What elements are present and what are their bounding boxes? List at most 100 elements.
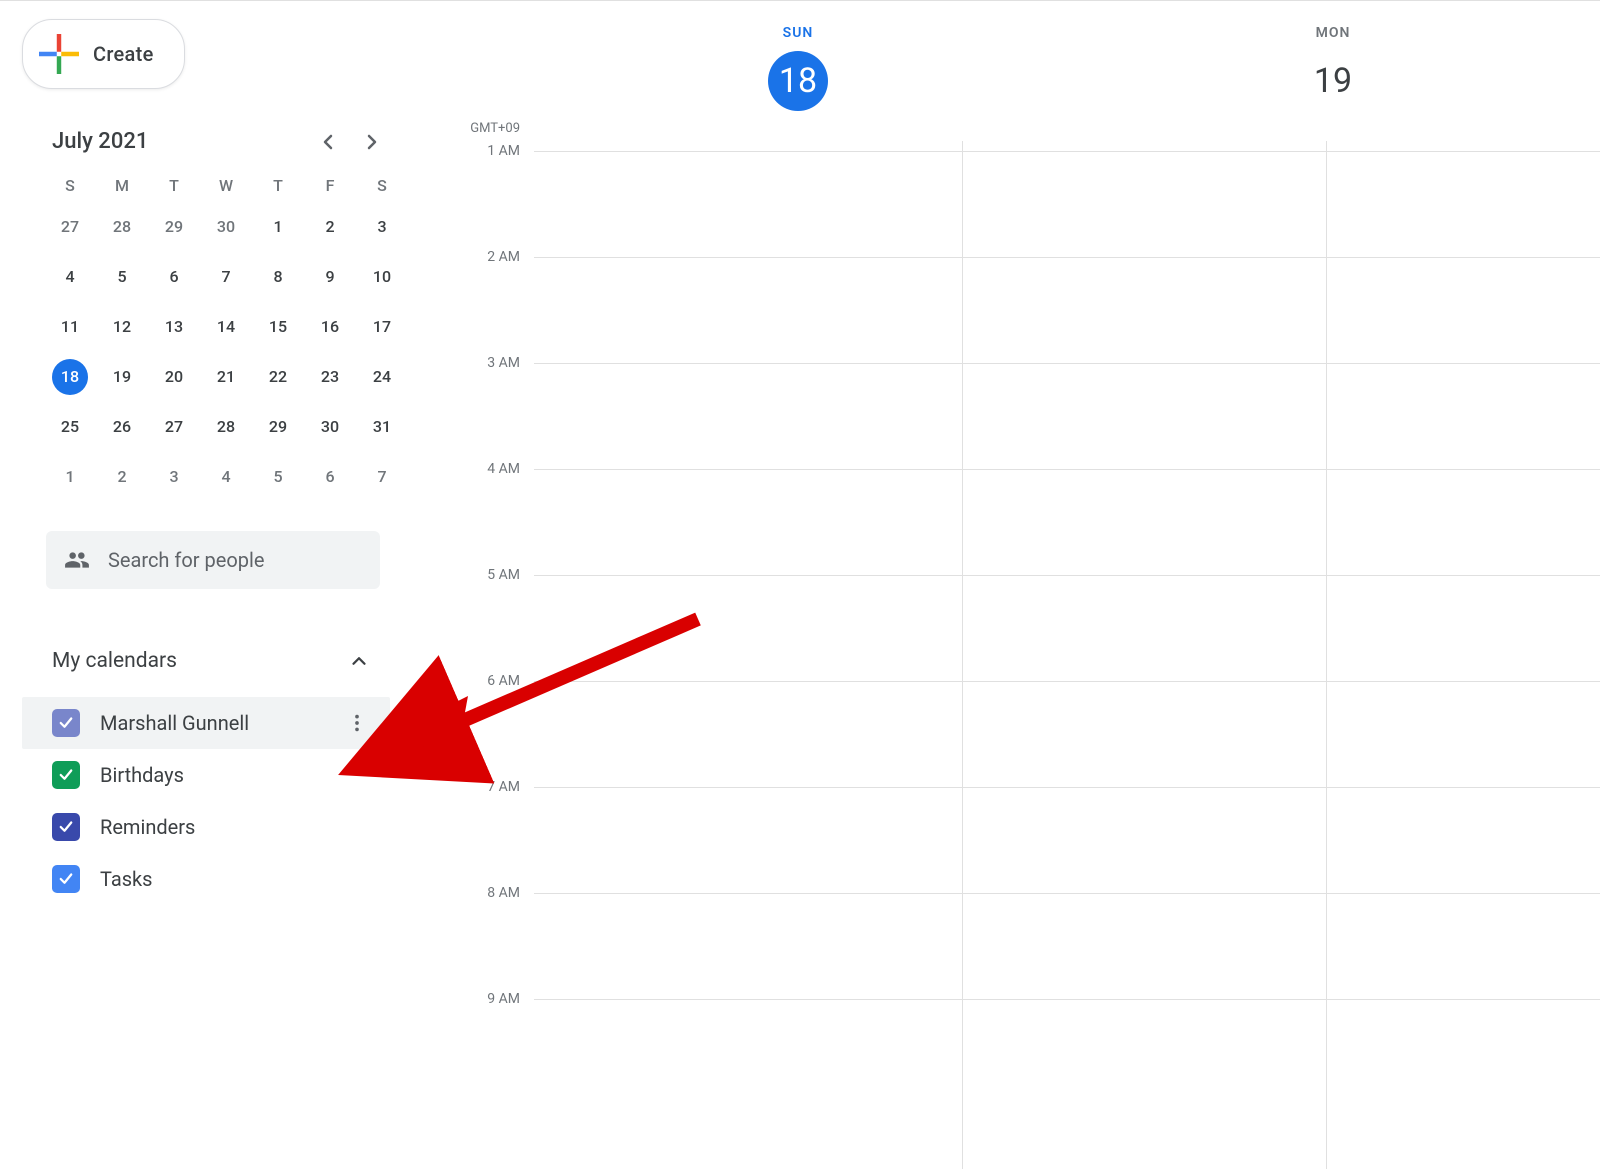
calendar-item[interactable]: Birthdays [22,749,390,801]
calendar-checkbox[interactable] [52,865,80,893]
chevron-up-icon [348,650,370,672]
mini-day-header: F [304,176,356,195]
day-headers: SUN 18 MON19 [430,1,1600,141]
mini-day-cell[interactable]: 8 [260,259,296,295]
day-of-week-label: SUN [531,25,1065,41]
hour-label: 9 AM [430,991,520,1007]
timezone-label: GMT+09 [430,121,520,136]
mini-day-cell[interactable]: 25 [52,409,88,445]
hour-row[interactable]: 8 AM [430,893,1600,999]
mini-day-cell[interactable]: 17 [364,309,400,345]
hour-divider [534,469,1600,470]
hour-grid[interactable]: 1 AM2 AM3 AM4 AM5 AM6 AM7 AM8 AM9 AM [430,151,1600,1169]
mini-day-cell[interactable]: 24 [364,359,400,395]
mini-day-cell[interactable]: 27 [156,409,192,445]
mini-day-cell[interactable]: 18 [52,359,88,395]
mini-day-cell[interactable]: 3 [364,209,400,245]
plus-icon [39,34,79,74]
mini-day-cell[interactable]: 4 [52,259,88,295]
my-calendars-toggle[interactable]: My calendars [52,649,370,673]
hour-row[interactable]: 3 AM [430,363,1600,469]
mini-day-cell[interactable]: 28 [208,409,244,445]
prev-month-button[interactable] [316,130,340,154]
hour-divider [534,575,1600,576]
mini-day-cell[interactable]: 11 [52,309,88,345]
mini-day-cell[interactable]: 16 [312,309,348,345]
mini-day-cell[interactable]: 1 [260,209,296,245]
calendar-item[interactable]: Reminders [22,801,390,853]
mini-day-cell[interactable]: 10 [364,259,400,295]
mini-day-cell[interactable]: 2 [312,209,348,245]
hour-row[interactable]: 4 AM [430,469,1600,575]
hour-label: 1 AM [430,143,520,159]
mini-day-cell[interactable]: 14 [208,309,244,345]
mini-day-cell[interactable]: 4 [208,459,244,495]
mini-day-header: S [44,176,96,195]
mini-day-cell[interactable]: 31 [364,409,400,445]
mini-day-cell[interactable]: 15 [260,309,296,345]
search-placeholder: Search for people [108,548,264,572]
mini-day-cell[interactable]: 27 [52,209,88,245]
mini-day-cell[interactable]: 3 [156,459,192,495]
calendar-item[interactable]: Marshall Gunnell [22,697,390,749]
hour-row[interactable]: 7 AM [430,787,1600,893]
mini-day-cell[interactable]: 30 [312,409,348,445]
calendar-checkbox[interactable] [52,813,80,841]
day-number[interactable]: 18 [768,51,828,111]
mini-day-cell[interactable]: 7 [208,259,244,295]
mini-day-cell[interactable]: 5 [260,459,296,495]
mini-day-cell[interactable]: 29 [260,409,296,445]
mini-day-cell[interactable]: 2 [104,459,140,495]
mini-day-cell[interactable]: 6 [156,259,192,295]
search-people-input[interactable]: Search for people [46,531,380,589]
mini-day-cell[interactable]: 19 [104,359,140,395]
mini-calendar-header: July 2021 [22,129,390,154]
mini-calendar-grid: SMTWTFS272829301234567891011121314151617… [44,176,390,495]
calendar-item[interactable]: Tasks [22,853,390,905]
hour-divider [534,787,1600,788]
mini-day-cell[interactable]: 23 [312,359,348,395]
calendar-label: Marshall Gunnell [100,711,326,735]
hour-divider [534,257,1600,258]
mini-month-label: July 2021 [52,129,148,154]
hour-label: 8 AM [430,885,520,901]
mini-day-cell[interactable]: 1 [52,459,88,495]
day-column-header[interactable]: MON19 [1065,1,1600,141]
mini-day-cell[interactable]: 5 [104,259,140,295]
hour-divider [534,893,1600,894]
hour-row[interactable]: 1 AM [430,151,1600,257]
hour-row[interactable]: 2 AM [430,257,1600,363]
hour-label: 4 AM [430,461,520,477]
mini-day-cell[interactable]: 9 [312,259,348,295]
hour-divider [534,363,1600,364]
mini-day-header: S [356,176,408,195]
hour-row[interactable]: 9 AM [430,999,1600,1105]
create-button[interactable]: Create [22,19,185,89]
mini-day-cell[interactable]: 6 [312,459,348,495]
day-number[interactable]: 19 [1303,51,1363,111]
mini-day-cell[interactable]: 12 [104,309,140,345]
mini-day-cell[interactable]: 26 [104,409,140,445]
hour-row[interactable]: 6 AM [430,681,1600,787]
hour-divider [534,999,1600,1000]
calendar-label: Birthdays [100,763,368,787]
calendar-checkbox[interactable] [52,709,80,737]
next-month-button[interactable] [360,130,384,154]
calendar-options-button[interactable] [346,712,368,734]
calendar-label: Reminders [100,815,368,839]
mini-day-cell[interactable]: 7 [364,459,400,495]
mini-day-cell[interactable]: 20 [156,359,192,395]
mini-day-cell[interactable]: 29 [156,209,192,245]
mini-day-cell[interactable]: 13 [156,309,192,345]
mini-day-cell[interactable]: 21 [208,359,244,395]
hour-divider [534,681,1600,682]
mini-day-cell[interactable]: 28 [104,209,140,245]
hour-row[interactable]: 5 AM [430,575,1600,681]
main-calendar-view: SUN18MON19 GMT+09 1 AM2 AM3 AM4 AM5 AM6 … [430,1,1600,1169]
day-column-header[interactable]: SUN 18 [530,1,1065,141]
mini-day-cell[interactable]: 22 [260,359,296,395]
calendar-checkbox[interactable] [52,761,80,789]
hour-divider [534,151,1600,152]
hour-label: 3 AM [430,355,520,371]
mini-day-cell[interactable]: 30 [208,209,244,245]
